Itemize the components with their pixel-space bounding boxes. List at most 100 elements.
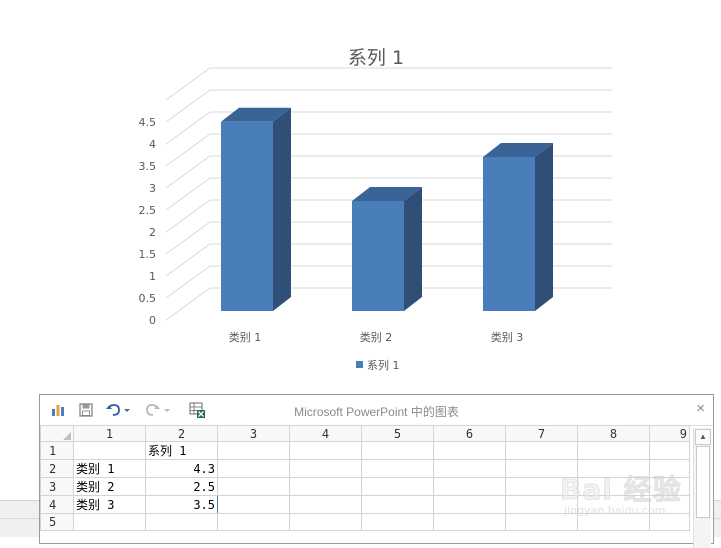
column-header[interactable]: 2 [145, 425, 218, 442]
cell[interactable] [433, 495, 506, 514]
cell[interactable] [217, 459, 290, 478]
cell[interactable] [577, 477, 650, 496]
y-tick-label: 4.5 [139, 116, 157, 129]
y-axis-ticks: 0 0.5 1 1.5 2 2.5 3 3.5 4 4.5 [139, 116, 157, 327]
column-header[interactable]: 6 [433, 425, 506, 442]
cell[interactable] [649, 459, 690, 478]
cell[interactable]: 类别 2 [73, 477, 146, 496]
chart-title: 系列 1 [348, 47, 404, 69]
y-tick-label: 4 [149, 138, 156, 151]
cell[interactable] [577, 441, 650, 460]
x-axis-categories: 类别 1 类别 2 类别 3 [229, 330, 524, 344]
cell[interactable] [505, 477, 578, 496]
cell[interactable] [361, 477, 434, 496]
column-header[interactable]: 9 [649, 425, 690, 442]
cell[interactable] [217, 495, 290, 514]
cell[interactable] [217, 441, 290, 460]
legend-swatch [356, 361, 363, 368]
column-header[interactable]: 4 [289, 425, 362, 442]
y-tick-label: 3.5 [139, 160, 157, 173]
bar-side [273, 107, 291, 311]
spreadsheet-grid: 1 2 3 4 5 6 7 8 9 1 系列 1 2 类别 1 4.3 3 类别… [40, 425, 690, 531]
table-row: 4 类别 3 3.5 [40, 495, 690, 514]
cell[interactable] [289, 459, 362, 478]
y-tick-label: 1 [149, 270, 156, 283]
chart-datasheet-window: Microsoft PowerPoint 中的图表 × 1 2 3 4 5 6 … [39, 394, 714, 548]
column-header[interactable]: 1 [73, 425, 146, 442]
bar-front [221, 121, 273, 311]
cell[interactable] [577, 513, 650, 531]
bar-side [404, 187, 422, 311]
cell[interactable] [649, 495, 690, 514]
y-tick-label: 2.5 [139, 204, 157, 217]
cell[interactable]: 系列 1 [145, 441, 218, 460]
x-category-label: 类别 2 [360, 330, 393, 344]
chart: 系列 1 0 0.5 1 1.5 2 2.5 3 3.5 4 4.5 类别 1 类别 2 类别 3 系… [139, 47, 612, 372]
cell[interactable] [361, 495, 434, 514]
bar-front [483, 157, 535, 311]
row-header[interactable]: 3 [40, 477, 74, 496]
scroll-up-icon[interactable]: ▲ [695, 429, 711, 445]
cell[interactable] [433, 513, 506, 531]
cell[interactable] [289, 477, 362, 496]
cell[interactable]: 2.5 [145, 477, 218, 496]
cell[interactable] [649, 513, 690, 531]
cell[interactable] [361, 513, 434, 531]
table-row: 5 [40, 513, 690, 531]
x-category-label: 类别 1 [229, 330, 262, 344]
table-row: 1 系列 1 [40, 441, 690, 460]
table-row: 3 类别 2 2.5 [40, 477, 690, 496]
cell[interactable] [649, 441, 690, 460]
table-row: 2 类别 1 4.3 [40, 459, 690, 478]
cell[interactable] [289, 495, 362, 514]
column-header[interactable]: 7 [505, 425, 578, 442]
legend-label: 系列 1 [367, 358, 400, 372]
cell[interactable]: 4.3 [145, 459, 218, 478]
cell[interactable] [433, 477, 506, 496]
cell[interactable] [577, 459, 650, 478]
row-header[interactable]: 1 [40, 441, 74, 460]
cell[interactable]: 类别 1 [73, 459, 146, 478]
cell[interactable] [73, 513, 146, 531]
cell[interactable] [217, 477, 290, 496]
datasheet-titlebar: Microsoft PowerPoint 中的图表 × [40, 395, 713, 426]
cell[interactable] [289, 513, 362, 531]
chart-bars [221, 107, 553, 311]
y-tick-label: 3 [149, 182, 156, 195]
y-tick-label: 1.5 [139, 248, 157, 261]
column-header-row: 1 2 3 4 5 6 7 8 9 [40, 425, 690, 442]
x-category-label: 类别 3 [491, 330, 524, 344]
bar-side [535, 143, 553, 311]
cell[interactable] [505, 459, 578, 478]
close-icon[interactable]: × [696, 400, 705, 417]
column-header[interactable]: 8 [577, 425, 650, 442]
cell[interactable]: 3.5 [145, 495, 218, 514]
cell[interactable] [145, 513, 218, 531]
datasheet-title: Microsoft PowerPoint 中的图表 [294, 405, 459, 419]
row-header[interactable]: 4 [40, 495, 74, 514]
cell[interactable] [505, 441, 578, 460]
y-tick-label: 0 [149, 314, 156, 327]
column-header[interactable]: 5 [361, 425, 434, 442]
vertical-scrollbar[interactable]: ▲ [693, 428, 711, 548]
column-header[interactable]: 3 [217, 425, 290, 442]
row-header[interactable]: 5 [40, 513, 74, 531]
cell[interactable] [73, 441, 146, 460]
y-tick-label: 0.5 [139, 292, 157, 305]
row-header[interactable]: 2 [40, 459, 74, 478]
cell[interactable] [433, 441, 506, 460]
select-all-corner[interactable] [40, 425, 74, 442]
cell[interactable] [577, 495, 650, 514]
bar-front [352, 201, 404, 311]
legend: 系列 1 [356, 358, 400, 372]
cell[interactable] [505, 495, 578, 514]
cell[interactable] [361, 459, 434, 478]
cell[interactable] [649, 477, 690, 496]
cell[interactable] [505, 513, 578, 531]
cell[interactable] [361, 441, 434, 460]
cell[interactable]: 类别 3 [73, 495, 146, 514]
cell[interactable] [289, 441, 362, 460]
cell[interactable] [433, 459, 506, 478]
cell[interactable] [217, 513, 290, 531]
scroll-thumb[interactable] [696, 446, 710, 518]
